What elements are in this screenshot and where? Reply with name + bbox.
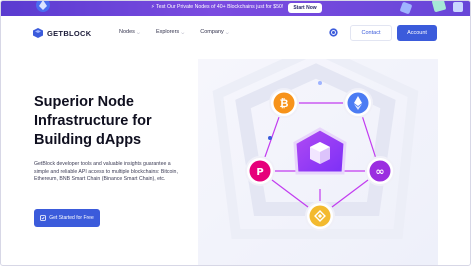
get-started-label: Get Started for Free: [49, 215, 94, 221]
nav-item-nodes[interactable]: Nodes ⌵: [119, 29, 140, 35]
nav-menu: Nodes ⌵ Explorers ⌵ Company ⌵: [119, 29, 245, 35]
chevron-down-icon: ⌵: [225, 29, 229, 35]
hero-title-line: Infrastructure for: [34, 113, 152, 129]
hero-description: GetBlock developer tools and valuable in…: [34, 161, 178, 183]
get-started-button[interactable]: Get Started for Free: [34, 209, 100, 227]
top-navigation: GETBLOCK Nodes ⌵ Explorers ⌵ Company ⌵ C…: [1, 16, 470, 50]
bitcoin-node-icon: ₿: [269, 88, 299, 118]
hero-title-line: Building dApps: [34, 132, 142, 148]
nav-item-label: Nodes: [119, 29, 135, 35]
center-hub: [293, 127, 347, 175]
logo-text: GETBLOCK: [47, 28, 92, 38]
polygon-node-icon: ∞: [365, 156, 395, 186]
promo-decoration-right: [400, 1, 463, 14]
rocket-icon: [40, 215, 47, 221]
polygon-symbol: ∞: [375, 165, 384, 178]
link-dot: [318, 81, 322, 85]
ethereum-node-icon: [343, 88, 373, 118]
nav-item-label: Explorers: [155, 29, 180, 35]
start-now-button[interactable]: Start Now: [288, 3, 322, 13]
account-button[interactable]: Account: [397, 25, 437, 41]
logo[interactable]: GETBLOCK: [33, 28, 91, 38]
hero-title-line: Superior Node: [34, 94, 134, 110]
link-dot: [268, 136, 272, 140]
chevron-down-icon: ⌵: [181, 29, 185, 35]
hero-title: Superior Node Infrastructure for Buildin…: [34, 93, 194, 150]
getblock-logo-icon: [33, 28, 43, 38]
promo-decoration-left: [36, 1, 50, 12]
contact-button[interactable]: Contact: [350, 25, 392, 41]
promo-banner: ⚡ Test Our Private Nodes of 40+ Blockcha…: [1, 1, 470, 16]
network-badge-icon[interactable]: [329, 28, 338, 37]
promo-text: ⚡ Test Our Private Nodes of 40+ Blockcha…: [151, 4, 284, 10]
nav-item-company[interactable]: Company ⌵: [200, 29, 229, 35]
chevron-down-icon: ⌵: [136, 29, 140, 35]
nav-item-label: Company: [200, 29, 224, 35]
polkadot-symbol: P: [256, 167, 263, 178]
nav-item-explorers[interactable]: Explorers ⌵: [156, 29, 184, 35]
bnb-node-icon: [305, 201, 335, 231]
blockchain-network-diagram: ₿ ∞ P: [245, 81, 395, 231]
bitcoin-symbol: ₿: [280, 97, 289, 110]
page-frame: ⚡ Test Our Private Nodes of 40+ Blockcha…: [0, 0, 471, 266]
polkadot-node-icon: P: [245, 156, 275, 186]
